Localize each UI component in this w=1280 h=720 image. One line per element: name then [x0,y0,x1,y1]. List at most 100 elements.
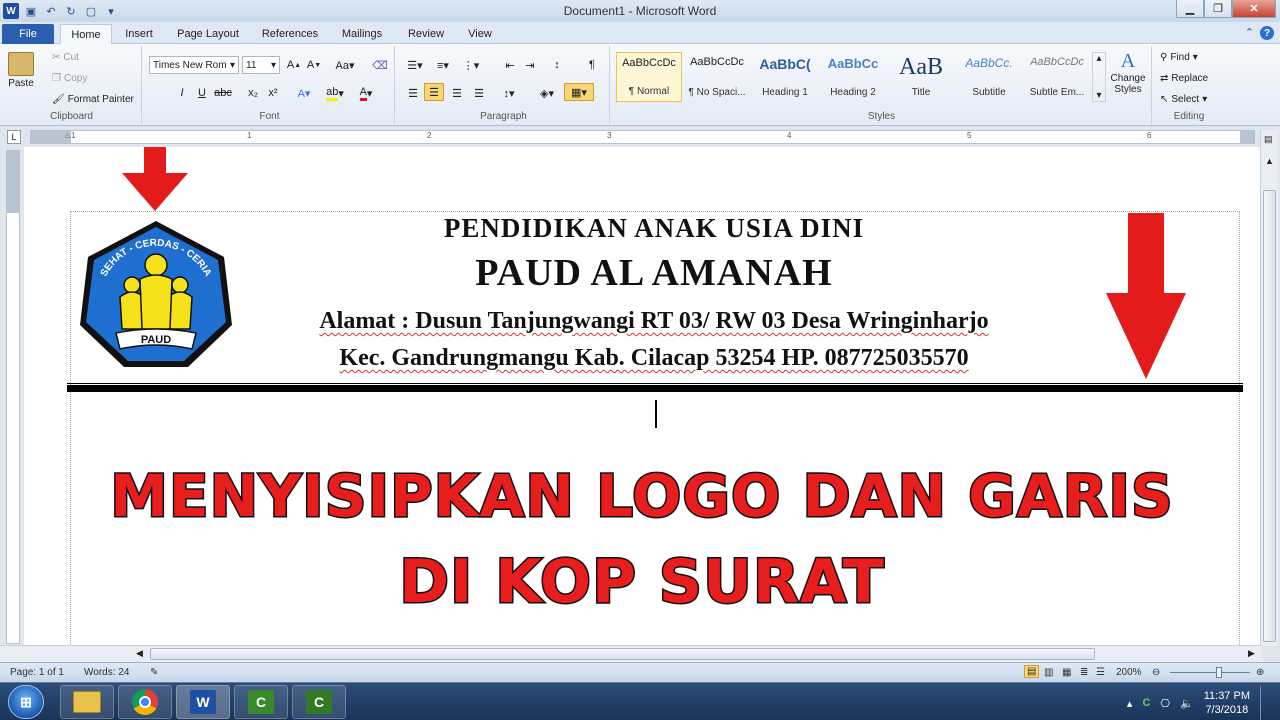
strikethrough-button[interactable]: abc [214,84,232,102]
camtasia-icon[interactable]: C [234,685,288,719]
zoom-level[interactable]: 200% [1116,667,1142,678]
horizontal-scrollbar[interactable]: ◀ ▶ [0,645,1262,662]
customize-qat-icon[interactable]: ▾ [103,3,119,19]
volume-icon[interactable]: 🔈 [1180,697,1194,710]
vertical-scrollbar[interactable]: ▤ ▲ [1260,130,1278,646]
change-styles-button[interactable]: A Change Styles [1108,50,1148,95]
paste-button[interactable]: Paste [8,52,34,89]
increase-indent-icon[interactable]: ⇥ [522,56,538,74]
copy-button[interactable]: ❐ Copy [52,73,87,84]
subscript-button[interactable]: x₂ [245,84,261,102]
horizontal-ruler[interactable]: ⌂ 1 1 2 3 4 5 6 [30,130,1255,144]
redo-icon[interactable]: ↻ [63,3,79,19]
tab-home[interactable]: Home [60,24,112,44]
tab-review[interactable]: Review [400,24,452,44]
outline-icon[interactable]: ≣ [1080,667,1088,678]
style-subtle-emphasis[interactable]: AaBbCcDc Subtle Em... [1024,52,1090,102]
styles-scroll[interactable]: ▴ ▾ [1092,52,1106,102]
italic-button[interactable]: I [175,84,189,102]
restore-button[interactable]: ❐ [1204,0,1232,18]
word-count[interactable]: Words: 24 [84,667,129,678]
file-explorer-icon[interactable] [60,685,114,719]
style-subtitle[interactable]: AaBbCc. Subtitle [956,52,1022,102]
camtasia-recorder-icon[interactable]: C [292,685,346,719]
minimize-ribbon-icon[interactable]: ⌃ [1245,26,1254,40]
format-painter-button[interactable]: 🖌 Format Painter [52,94,134,105]
draft-icon[interactable]: ☰ [1096,667,1105,678]
show-desktop-button[interactable] [1260,686,1272,720]
new-document-icon[interactable]: ▢ [83,3,99,19]
decrease-indent-icon[interactable]: ⇤ [502,56,518,74]
line-spacing-icon[interactable]: ↕▾ [498,84,520,102]
multilevel-list-icon[interactable]: ⋮▾ [460,56,482,74]
numbering-icon[interactable]: ≡▾ [432,56,454,74]
indent-marker[interactable]: ⌂ [65,131,70,140]
tab-view[interactable]: View [460,24,500,44]
zoom-slider-track[interactable] [1170,672,1250,673]
text-effects-button[interactable]: A▾ [295,84,313,102]
vertical-scroll-thumb[interactable] [1263,190,1276,642]
close-button[interactable]: ✕ [1232,0,1276,18]
web-layout-icon[interactable]: ▦ [1062,667,1071,678]
shrink-font-button[interactable]: A ▼ [305,56,323,74]
font-color-button[interactable]: A ▾ [355,84,377,102]
chrome-icon[interactable] [118,685,172,719]
proofing-icon[interactable]: ✎ [150,667,158,678]
tab-file[interactable]: File [2,24,54,44]
scroll-left-icon[interactable]: ◀ [136,648,143,659]
cut-button[interactable]: ✂ Cut [52,52,79,63]
save-icon[interactable]: ▣ [23,3,39,19]
justify-icon[interactable]: ☰ [470,84,488,102]
full-screen-reading-icon[interactable]: ▥ [1044,667,1053,678]
style-title[interactable]: AaB Title [888,52,954,102]
help-icon[interactable]: ? [1260,26,1274,40]
tab-selector[interactable]: L [7,130,21,144]
clear-formatting-icon[interactable]: ⌫ [371,56,389,74]
scroll-right-icon[interactable]: ▶ [1248,648,1255,659]
zoom-in-icon[interactable]: ⊕ [1256,667,1264,678]
replace-button[interactable]: ⇄ Replace [1160,73,1208,84]
network-icon[interactable]: ⎔ [1160,697,1170,710]
grow-font-button[interactable]: A ▲ [285,56,303,74]
document-page[interactable]: PAUD SEHAT - CERDAS - CERIA PENDIDIKAN A… [24,147,1260,645]
horizontal-scroll-thumb[interactable] [150,648,1095,660]
select-button[interactable]: ↖ Select ▾ [1160,94,1207,105]
align-right-icon[interactable]: ☰ [448,84,466,102]
style-heading-2[interactable]: AaBbCc Heading 2 [820,52,886,102]
highlight-color-button[interactable]: ab ▾ [323,84,347,102]
show-hidden-icons-icon[interactable]: ▴ [1127,697,1133,710]
vertical-ruler[interactable] [6,150,20,644]
start-button[interactable]: ⊞ [8,685,44,719]
align-center-icon[interactable]: ☰ [424,83,444,101]
style-no-spacing[interactable]: AaBbCcDc ¶ No Spaci... [684,52,750,102]
zoom-slider-thumb[interactable] [1216,667,1222,678]
minimize-button[interactable]: ▁ [1176,0,1204,18]
show-hide-marks-icon[interactable]: ¶ [584,56,600,74]
scroll-up-icon[interactable]: ▲ [1265,156,1274,166]
shading-icon[interactable]: ◈▾ [536,84,558,102]
change-case-button[interactable]: Aa▾ [333,56,357,74]
tab-page-layout[interactable]: Page Layout [170,24,246,44]
tab-insert[interactable]: Insert [116,24,162,44]
font-name-select[interactable]: Times New Rom ▾ [149,56,239,74]
clock[interactable]: 11:37 PM 7/3/2018 [1204,689,1250,717]
tab-mailings[interactable]: Mailings [334,24,390,44]
find-button[interactable]: ⚲ Find ▾ [1160,52,1198,63]
underline-button[interactable]: U [195,84,209,102]
word-taskbar-icon[interactable]: W [176,685,230,719]
camtasia-tray-icon[interactable]: C [1142,697,1150,709]
undo-icon[interactable]: ↶ [43,3,59,19]
tab-references[interactable]: References [254,24,326,44]
style-normal[interactable]: AaBbCcDc ¶ Normal [616,52,682,102]
style-heading-1[interactable]: AaBbC( Heading 1 [752,52,818,102]
borders-icon[interactable]: ▦▾ [564,83,594,101]
word-app-icon[interactable]: W [3,3,19,19]
print-layout-icon[interactable]: ▤ [1024,665,1040,678]
zoom-out-icon[interactable]: ⊖ [1152,667,1160,678]
bullets-icon[interactable]: ☰▾ [404,56,426,74]
superscript-button[interactable]: x² [265,84,281,102]
ruler-toggle-icon[interactable]: ▤ [1264,134,1273,145]
align-left-icon[interactable]: ☰ [404,84,422,102]
font-size-select[interactable]: 11 ▾ [242,56,280,74]
sort-icon[interactable]: ↕ [548,56,566,74]
